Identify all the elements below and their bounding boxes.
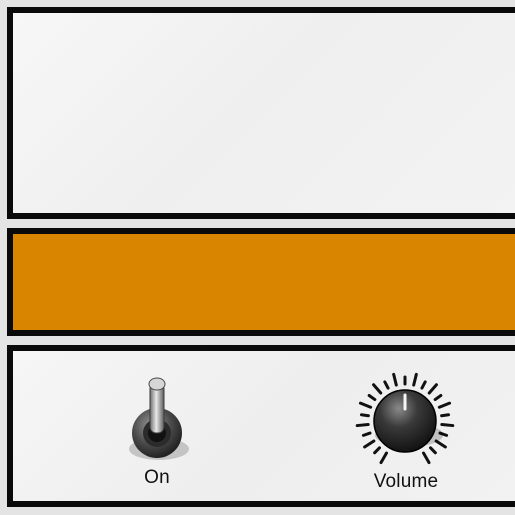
knob-scale-tick — [437, 401, 452, 409]
knob-scale-tick — [359, 413, 370, 418]
knob-scale-tick — [420, 380, 427, 390]
knob-scale-tick — [422, 451, 431, 465]
knob-scale-tick — [434, 439, 447, 449]
knob-scale-tick — [392, 372, 398, 387]
knob-scale-tick — [367, 393, 377, 402]
top-panel — [7, 7, 515, 219]
rotary-knob-icon[interactable] — [331, 365, 481, 475]
knob-scale-tick — [440, 423, 455, 428]
knob-scale-tick — [361, 431, 372, 437]
orange-stripe-panel — [7, 228, 515, 336]
power-toggle-label: On — [144, 467, 170, 488]
power-toggle[interactable]: On — [121, 371, 201, 501]
knob-scale-tick — [363, 439, 376, 449]
knob-scale-tick — [358, 401, 373, 409]
knob-scale-tick — [429, 446, 437, 455]
volume-knob[interactable]: Volume — [331, 365, 481, 505]
knob-scale-tick — [379, 451, 388, 465]
control-panel: On Volume — [7, 345, 515, 507]
knob-scale-tick — [433, 393, 443, 402]
toggle-switch-icon[interactable] — [121, 371, 201, 466]
knob-scale-tick — [427, 383, 438, 395]
amp-faceplate: On Volume — [0, 0, 515, 515]
knob-scale-tick — [383, 380, 390, 390]
volume-knob-label: Volume — [373, 471, 439, 492]
knob-scale-tick — [373, 446, 381, 455]
knob-scale-tick — [440, 413, 451, 418]
knob-scale-tick — [412, 372, 418, 387]
knob-scale-tick — [355, 423, 370, 428]
knob-scale-tick — [372, 383, 383, 395]
